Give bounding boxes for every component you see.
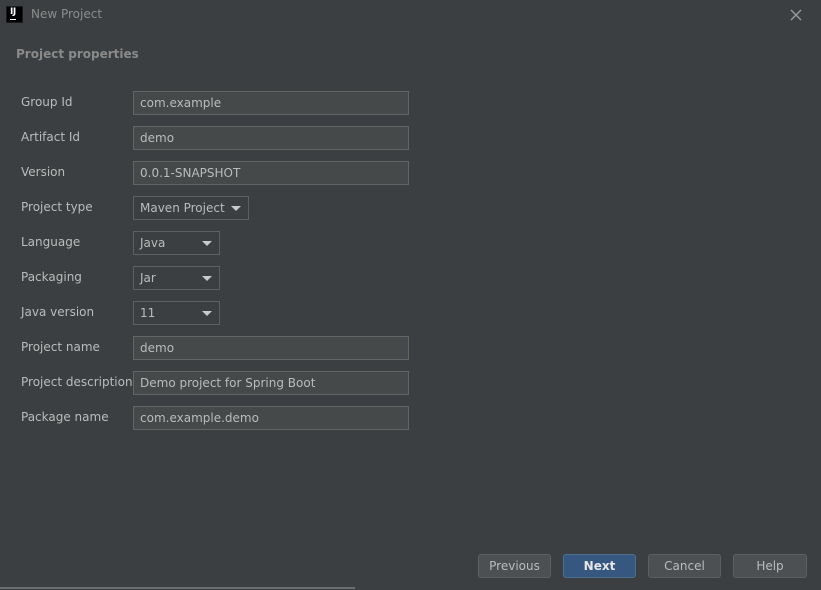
group-id-row: Group Id [0, 91, 821, 115]
language-value: Java [140, 236, 166, 250]
artifact-id-row: Artifact Id [0, 126, 821, 150]
intellij-logo-icon: IJ [6, 6, 23, 23]
language-label: Language [21, 235, 81, 249]
java-version-value: 11 [140, 306, 156, 320]
language-dropdown[interactable]: Java [133, 231, 220, 255]
java-version-dropdown[interactable]: 11 [133, 301, 220, 325]
chevron-down-icon [202, 276, 212, 281]
project-type-row: Project type Maven Project [0, 196, 821, 220]
project-type-label: Project type [21, 200, 93, 214]
next-button[interactable]: Next [563, 554, 636, 578]
bottom-divider [0, 587, 355, 589]
help-button[interactable]: Help [733, 554, 807, 578]
close-icon[interactable] [786, 5, 806, 25]
packaging-dropdown[interactable]: Jar [133, 266, 220, 290]
group-id-field[interactable] [133, 91, 409, 115]
group-id-label: Group Id [21, 95, 73, 109]
java-version-row: Java version 11 [0, 301, 821, 325]
version-label: Version [21, 165, 66, 179]
project-description-label: Project description [21, 375, 133, 389]
packaging-label: Packaging [21, 270, 82, 284]
project-name-field[interactable] [133, 336, 409, 360]
project-name-row: Project name [0, 336, 821, 360]
project-description-field[interactable] [133, 371, 409, 395]
window-title: New Project [31, 7, 103, 21]
package-name-label: Package name [21, 410, 109, 424]
project-type-dropdown[interactable]: Maven Project [133, 196, 249, 220]
close-icon-glyph [790, 9, 802, 21]
chevron-down-icon [202, 241, 212, 246]
project-type-value: Maven Project [140, 201, 225, 215]
packaging-row: Packaging Jar [0, 266, 821, 290]
previous-button[interactable]: Previous [478, 554, 551, 578]
package-name-field[interactable] [133, 406, 409, 430]
package-name-row: Package name [0, 406, 821, 430]
artifact-id-label: Artifact Id [21, 130, 81, 144]
version-field[interactable] [133, 161, 409, 185]
chevron-down-icon [202, 311, 212, 316]
artifact-id-field[interactable] [133, 126, 409, 150]
section-title: Project properties [16, 47, 139, 61]
app-logo-text: IJ [10, 7, 16, 17]
version-row: Version [0, 161, 821, 185]
java-version-label: Java version [21, 305, 95, 319]
project-name-label: Project name [21, 340, 100, 354]
chevron-down-icon [231, 206, 241, 211]
packaging-value: Jar [140, 271, 156, 285]
app-logo-underline [10, 18, 16, 20]
title-bar: IJ New Project [0, 0, 821, 30]
language-row: Language Java [0, 231, 821, 255]
project-description-row: Project description [0, 371, 821, 395]
cancel-button[interactable]: Cancel [648, 554, 721, 578]
